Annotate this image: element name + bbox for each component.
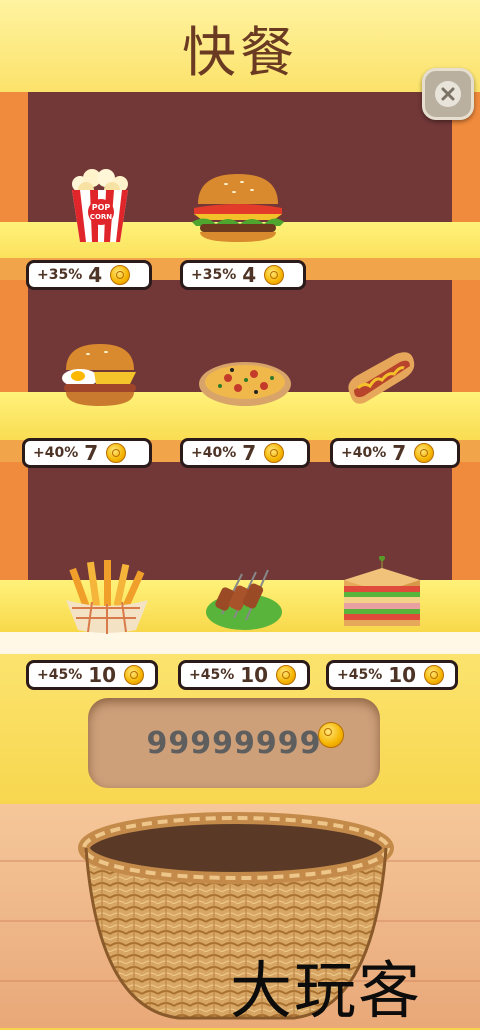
popcorn-icon[interactable]: POP CORN [66, 168, 136, 244]
coin-icon [318, 722, 344, 748]
close-icon [441, 87, 455, 101]
bonus-label: +45% [337, 667, 383, 683]
bonus-label: +35% [37, 267, 83, 283]
hamburger-icon[interactable] [190, 170, 286, 244]
price-label: 7 [242, 441, 257, 465]
bonus-label: +35% [191, 267, 237, 283]
price-tag-hotdog[interactable]: +40% 7 [330, 438, 460, 468]
divider-strip [0, 632, 480, 654]
page-title: 快餐 [182, 21, 298, 84]
fries-icon[interactable] [62, 558, 152, 634]
bonus-label: +40% [341, 445, 387, 461]
price-tag-sandwich[interactable]: +45% 10 [326, 660, 458, 690]
close-button[interactable] [422, 68, 474, 120]
price-tag-egg-burger[interactable]: +40% 7 [22, 438, 152, 468]
coin-icon [110, 265, 131, 285]
hotdog-icon[interactable] [340, 346, 418, 412]
coin-icon [424, 665, 445, 685]
price-label: 7 [392, 441, 407, 465]
price-label: 7 [84, 441, 99, 465]
coin-icon [264, 265, 285, 285]
egg-burger-icon[interactable] [58, 342, 140, 408]
price-tag-pizza[interactable]: +40% 7 [180, 438, 310, 468]
svg-text:POP: POP [92, 203, 111, 212]
price-label: 10 [388, 663, 417, 687]
svg-text:CORN: CORN [90, 213, 112, 221]
coin-icon [276, 665, 297, 685]
price-label: 10 [88, 663, 117, 687]
price-label: 4 [88, 263, 103, 287]
price-label: 10 [240, 663, 269, 687]
watermark-text: 大玩客 [230, 954, 423, 1027]
price-label: 4 [242, 263, 257, 287]
price-tag-fries[interactable]: +45% 10 [26, 660, 158, 690]
bonus-label: +45% [189, 667, 235, 683]
price-tag-hamburger[interactable]: +35% 4 [180, 260, 306, 290]
coin-icon [264, 443, 285, 463]
sandwich-icon[interactable] [340, 556, 424, 632]
coin-icon [124, 665, 145, 685]
price-tag-kebab[interactable]: +45% 10 [178, 660, 310, 690]
coin-icon [106, 443, 127, 463]
price-tag-popcorn[interactable]: +35% 4 [26, 260, 152, 290]
bonus-label: +45% [37, 667, 83, 683]
kebab-icon[interactable] [202, 564, 286, 632]
bonus-label: +40% [191, 445, 237, 461]
bonus-label: +40% [33, 445, 79, 461]
money-display: 99999999 [88, 698, 380, 788]
pizza-icon[interactable] [198, 358, 292, 408]
coin-icon [414, 443, 435, 463]
